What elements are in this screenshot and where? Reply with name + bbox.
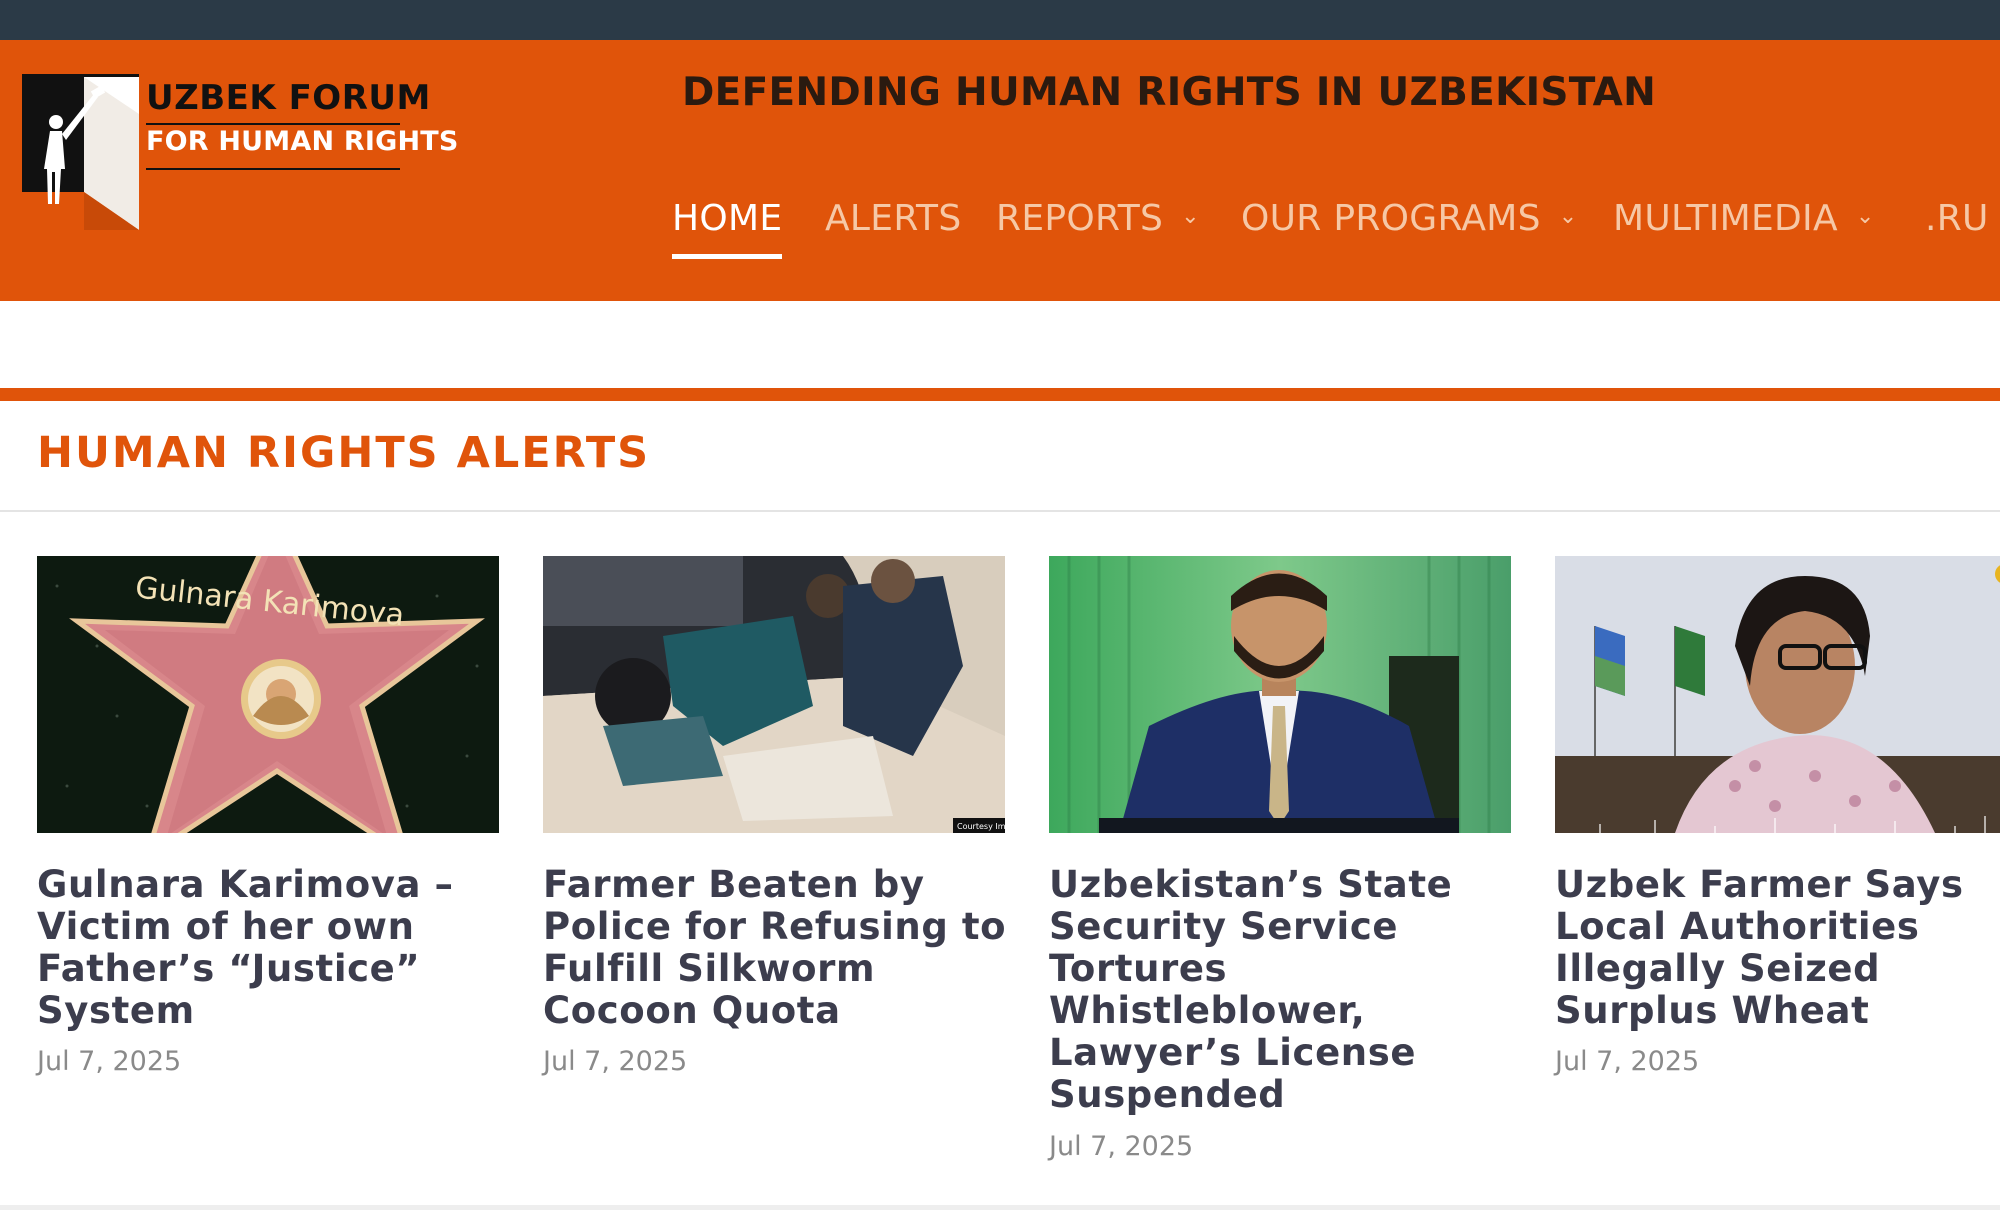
nav-item-label: HOME bbox=[672, 198, 783, 239]
police-photo-image: Courtesy Im bbox=[543, 556, 1005, 833]
portrait-photo-image bbox=[1049, 556, 1511, 833]
alert-card-image[interactable] bbox=[1555, 556, 2000, 833]
site-logo[interactable]: UZBEK FORUM FOR HUMAN RIGHTS bbox=[22, 74, 458, 230]
chevron-down-icon: ⌄ bbox=[1558, 203, 1578, 229]
logo-rule-top bbox=[146, 123, 400, 125]
alert-card-title[interactable]: Farmer Beaten by Police for Refusing to … bbox=[543, 864, 1013, 1032]
alert-card-date: Jul 7, 2025 bbox=[1555, 1046, 1700, 1077]
alert-card-image[interactable]: Courtesy Im bbox=[543, 556, 1005, 833]
section-title: HUMAN RIGHTS ALERTS bbox=[37, 428, 651, 478]
nav-item-label: MULTIMEDIA bbox=[1613, 198, 1838, 239]
logo-figure-icon bbox=[22, 74, 139, 230]
nav-item-home[interactable]: HOME bbox=[672, 198, 783, 259]
top-bar bbox=[0, 0, 2000, 40]
section-accent-rule bbox=[0, 388, 2000, 401]
chevron-down-icon: ⌄ bbox=[1855, 203, 1875, 229]
photo-credit-text: Courtesy Im bbox=[957, 822, 1005, 831]
alert-card-title[interactable]: Uzbekistan’s State Security Service Tort… bbox=[1049, 864, 1519, 1116]
alert-card-title[interactable]: Uzbek Farmer Says Local Authorities Ille… bbox=[1555, 864, 2000, 1032]
alert-card-image[interactable]: Gulnara Karimova bbox=[37, 556, 499, 833]
nav-item-multimedia[interactable]: MULTIMEDIA ⌄ bbox=[1613, 198, 1875, 239]
alert-card-image[interactable] bbox=[1049, 556, 1511, 833]
nav-item-reports[interactable]: REPORTS ⌄ bbox=[996, 198, 1200, 239]
alert-card-date: Jul 7, 2025 bbox=[37, 1046, 182, 1077]
page-bottom-edge bbox=[0, 1205, 2000, 1210]
nav-item-alerts[interactable]: ALERTS bbox=[825, 198, 961, 239]
nav-item-label: REPORTS bbox=[996, 198, 1164, 239]
alert-card-date: Jul 7, 2025 bbox=[543, 1046, 688, 1077]
site-tagline: DEFENDING HUMAN RIGHTS IN UZBEKISTAN bbox=[682, 70, 1657, 115]
nav-item-label: ALERTS bbox=[825, 198, 962, 239]
alert-card-date: Jul 7, 2025 bbox=[1049, 1131, 1194, 1162]
nav-item-label: .RU bbox=[1925, 198, 1989, 239]
nav-item-our-programs[interactable]: OUR PROGRAMS ⌄ bbox=[1241, 198, 1578, 239]
logo-rule-bottom bbox=[146, 168, 400, 170]
logo-subtitle: FOR HUMAN RIGHTS bbox=[146, 126, 459, 157]
nav-item-label: OUR PROGRAMS bbox=[1241, 198, 1541, 239]
nav-item-ru[interactable]: .RU bbox=[1925, 198, 1989, 239]
section-divider bbox=[0, 510, 2000, 512]
woman-photo-image bbox=[1555, 556, 2000, 833]
logo-title: UZBEK FORUM bbox=[146, 78, 431, 118]
alert-card-title[interactable]: Gulnara Karimova – Victim of her own Fat… bbox=[37, 864, 507, 1032]
chevron-down-icon: ⌄ bbox=[1181, 203, 1200, 229]
star-photo-image: Gulnara Karimova bbox=[37, 556, 499, 833]
